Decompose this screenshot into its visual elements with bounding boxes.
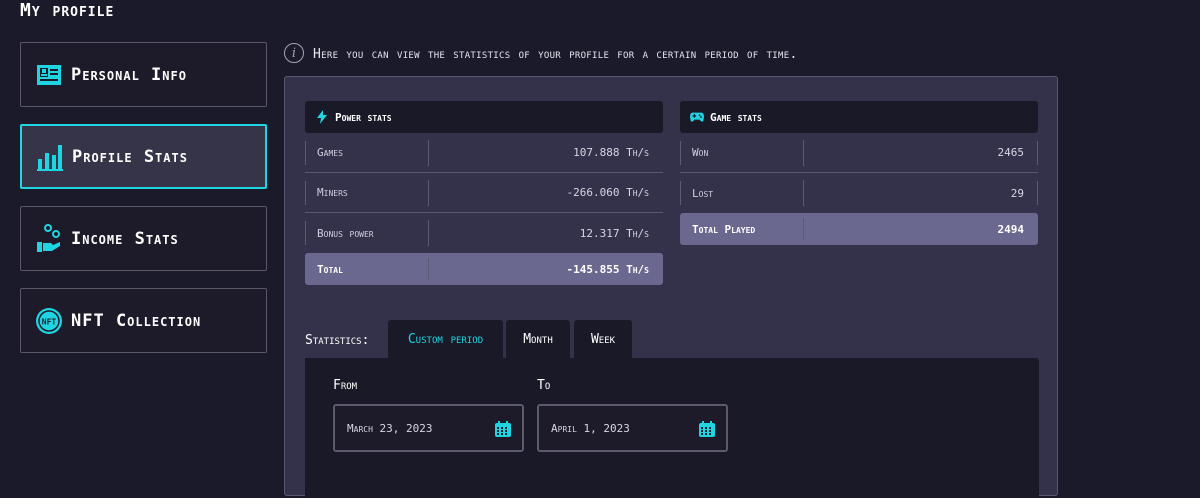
calendar-icon[interactable] xyxy=(698,420,716,438)
game-stats-card: Game stats Won 2465 Lost 29 Total Played… xyxy=(680,101,1038,245)
sidebar-item-label: Income Stats xyxy=(71,228,179,249)
to-label: To xyxy=(537,378,551,393)
lightning-icon xyxy=(315,110,329,124)
tab-custom-period[interactable]: Custom period xyxy=(388,320,503,358)
stats-row-value: -145.855 Th/s xyxy=(566,262,649,276)
tab-week[interactable]: Week xyxy=(574,320,632,358)
tab-month[interactable]: Month xyxy=(506,320,570,358)
stats-panel: Power stats Games 107.888 Th/s Miners -2… xyxy=(284,76,1058,498)
gamepad-icon xyxy=(690,110,704,124)
to-date-value: April 1, 2023 xyxy=(551,421,630,435)
calendar-icon[interactable] xyxy=(494,420,512,438)
stats-row-games: Games 107.888 Th/s xyxy=(305,133,663,173)
stats-row-value: -266.060 Th/s xyxy=(566,186,649,199)
page-title: My profile xyxy=(20,0,115,21)
game-stats-header: Game stats xyxy=(680,101,1038,133)
sidebar-item-label: NFT Collection xyxy=(71,310,202,331)
stats-row-won: Won 2465 xyxy=(680,133,1038,173)
from-date-value: March 23, 2023 xyxy=(347,421,433,435)
stats-row-value: 29 xyxy=(1010,186,1024,200)
hand-coins-icon xyxy=(35,223,63,253)
stats-row-value: 12.317 Th/s xyxy=(579,226,649,240)
stats-row-miners: Miners -266.060 Th/s xyxy=(305,173,663,213)
to-date-input[interactable]: April 1, 2023 xyxy=(537,404,728,452)
info-icon: i xyxy=(284,43,304,63)
bar-chart-icon xyxy=(36,143,64,171)
stats-row-label: Total xyxy=(305,258,429,280)
stats-row-label: Total Played xyxy=(680,218,804,240)
from-date-input[interactable]: March 23, 2023 xyxy=(333,404,524,452)
power-stats-card: Power stats Games 107.888 Th/s Miners -2… xyxy=(305,101,663,285)
stats-row-total-played: Total Played 2494 xyxy=(680,213,1038,245)
stats-row-label: Games xyxy=(305,139,429,166)
sidebar-item-personal-info[interactable]: Personal Info xyxy=(20,42,267,107)
nft-coin-icon: NFT xyxy=(35,307,63,335)
stats-row-label: Lost xyxy=(680,180,804,206)
info-text: Here you can view the statistics of your… xyxy=(313,47,798,62)
power-stats-header: Power stats xyxy=(305,101,663,133)
svg-text:NFT: NFT xyxy=(42,317,57,326)
power-stats-title: Power stats xyxy=(335,110,392,124)
stats-row-total: Total -145.855 Th/s xyxy=(305,253,663,285)
stats-row-lost: Lost 29 xyxy=(680,173,1038,213)
date-range-box: From To March 23, 2023 April 1, 2023 xyxy=(305,358,1039,498)
stats-row-value: 2494 xyxy=(997,222,1025,236)
sidebar-item-label: Profile Stats xyxy=(72,146,188,167)
sidebar-item-profile-stats[interactable]: Profile Stats xyxy=(20,124,267,189)
statistics-label: Statistics: xyxy=(305,333,370,348)
stats-row-bonus-power: Bonus power 12.317 Th/s xyxy=(305,213,663,253)
stats-row-value: 2465 xyxy=(997,146,1025,159)
stats-row-value: 107.888 Th/s xyxy=(573,146,649,159)
from-label: From xyxy=(333,378,358,393)
sidebar-item-label: Personal Info xyxy=(71,64,187,85)
id-card-icon xyxy=(35,61,63,89)
stats-row-label: Miners xyxy=(305,179,429,206)
sidebar-item-income-stats[interactable]: Income Stats xyxy=(20,206,267,271)
stats-row-label: Won xyxy=(680,139,804,166)
stats-row-label: Bonus power xyxy=(305,220,429,246)
game-stats-title: Game stats xyxy=(710,110,762,124)
sidebar-item-nft-collection[interactable]: NFT NFT Collection xyxy=(20,288,267,353)
